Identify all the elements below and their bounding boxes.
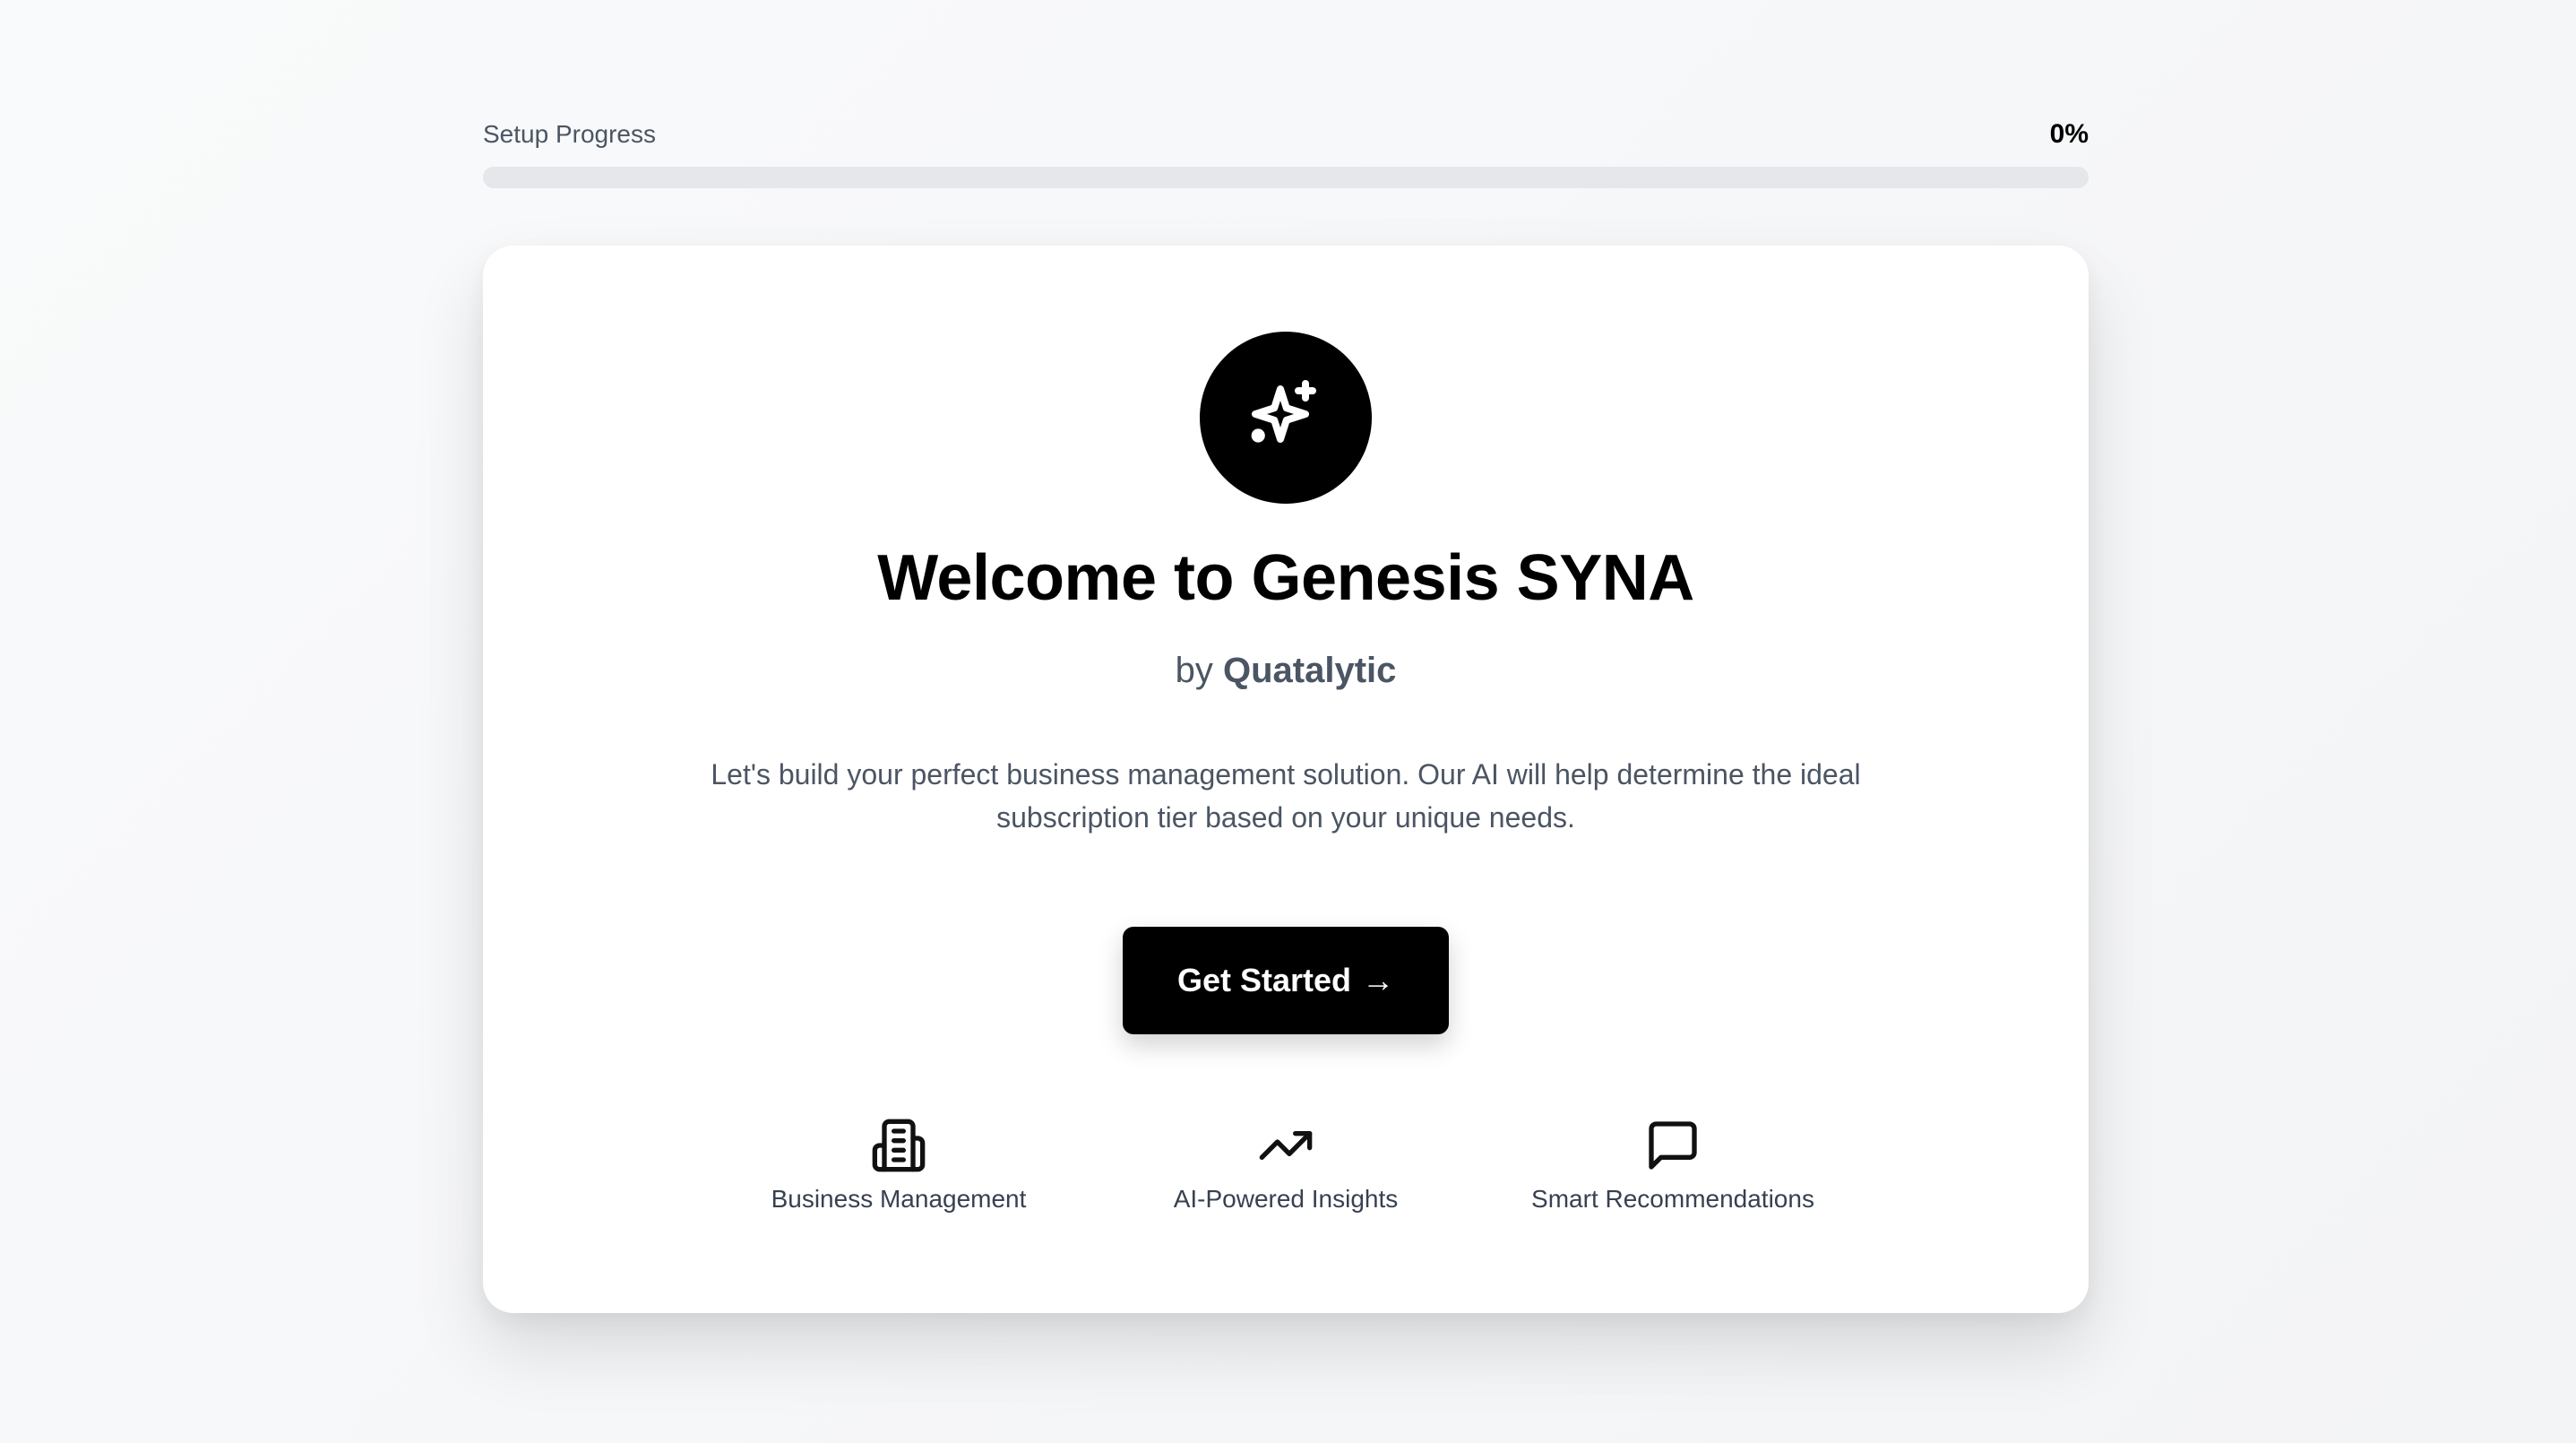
feature-ai-insights: AI-Powered Insights — [1107, 1115, 1465, 1214]
trending-up-icon — [1255, 1115, 1316, 1176]
feature-label: AI-Powered Insights — [1173, 1185, 1399, 1213]
welcome-card: Welcome to Genesis SYNA by Quatalytic Le… — [483, 246, 2089, 1313]
get-started-label: Get Started — [1176, 962, 1352, 998]
progress-percent: 0% — [2049, 119, 2089, 149]
feature-label: Business Management — [771, 1185, 1027, 1213]
progress-bar — [483, 167, 2089, 188]
byline: by Quatalytic — [483, 651, 2089, 691]
feature-label: Smart Recommendations — [1531, 1185, 1814, 1213]
byline-prefix: by — [1175, 651, 1213, 690]
get-started-button[interactable]: Get Started → — [1123, 927, 1449, 1034]
building-icon — [868, 1115, 929, 1176]
feature-business-management: Business Management — [719, 1115, 1078, 1214]
description: Let's build your perfect business manage… — [711, 758, 1861, 834]
brand-name: Quatalytic — [1222, 651, 1397, 690]
message-square-icon — [1642, 1115, 1703, 1176]
arrow-right-icon: → — [1362, 962, 1395, 998]
page-title: Welcome to Genesis SYNA — [877, 542, 1694, 614]
feature-smart-recommendations: Smart Recommendations — [1494, 1115, 1852, 1214]
logo-badge — [1200, 332, 1372, 504]
progress-header: Setup Progress 0% — [483, 117, 2089, 152]
feature-list: Business Management AI-Powered Insights — [483, 1115, 2089, 1240]
progress-label: Setup Progress — [483, 120, 656, 148]
sparkles-icon — [1251, 380, 1316, 443]
